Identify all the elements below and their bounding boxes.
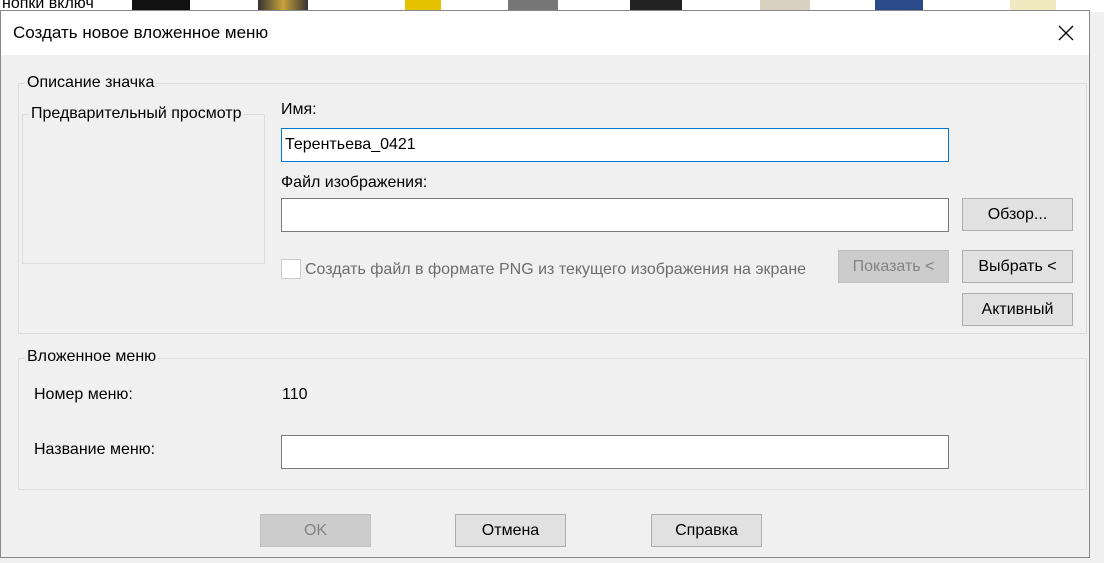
ok-button[interactable]: OK (260, 514, 371, 547)
menu-name-input[interactable] (281, 435, 949, 469)
name-label: Имя: (281, 101, 317, 118)
preview-label: Предварительный просмотр (29, 105, 244, 123)
name-input[interactable] (281, 128, 949, 162)
menu-name-label: Название меню: (34, 441, 156, 458)
image-file-label: Файл изображения: (281, 174, 428, 191)
create-submenu-dialog: Создать новое вложенное меню Описание зн… (0, 10, 1090, 558)
close-icon (1058, 25, 1074, 41)
menu-number-label: Номер меню: (34, 386, 133, 403)
png-checkbox[interactable] (281, 259, 301, 279)
close-button[interactable] (1043, 11, 1089, 55)
dialog-title: Создать новое вложенное меню (13, 23, 269, 42)
show-button[interactable]: Показать < (838, 250, 949, 283)
icon-description-legend: Описание значка (25, 74, 157, 92)
cancel-button[interactable]: Отмена (455, 514, 566, 547)
browse-button[interactable]: Обзор... (962, 198, 1073, 231)
png-checkbox-label: Создать файл в формате PNG из текущего и… (305, 261, 807, 278)
title-bar: Создать новое вложенное меню (1, 11, 1089, 55)
submenu-legend: Вложенное меню (25, 348, 159, 366)
submenu-group (18, 358, 1087, 490)
preview-box (22, 114, 265, 264)
help-button[interactable]: Справка (651, 514, 762, 547)
active-button[interactable]: Активный (962, 293, 1073, 326)
select-button[interactable]: Выбрать < (962, 250, 1073, 283)
image-file-input[interactable] (281, 198, 949, 232)
menu-number-value: 110 (282, 386, 308, 403)
